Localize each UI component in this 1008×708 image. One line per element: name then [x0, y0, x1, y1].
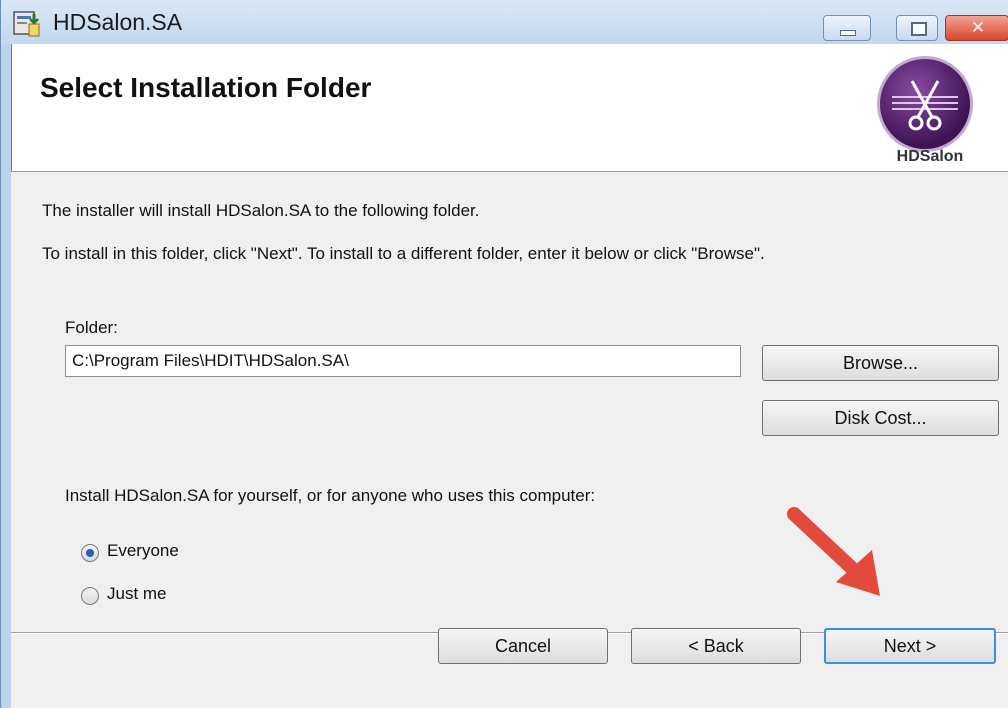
installer-window: HDSalon.SA ✕ Select Installation Folder [0, 0, 1008, 708]
install-description: The installer will install HDSalon.SA to… [42, 201, 480, 220]
title-bar[interactable]: HDSalon.SA ✕ [1, 0, 1008, 44]
cancel-button[interactable]: Cancel [438, 628, 608, 664]
disk-cost-button[interactable]: Disk Cost... [762, 400, 999, 436]
scissors-icon [892, 80, 958, 131]
back-button[interactable]: < Back [631, 628, 801, 664]
maximize-button[interactable] [896, 15, 938, 41]
window-title: HDSalon.SA [53, 9, 183, 35]
minimize-button[interactable] [823, 15, 871, 41]
dialog-client-area: Select Installation Folder HDSalon The i… [11, 44, 1008, 708]
close-button[interactable]: ✕ [945, 15, 1008, 41]
logo-label: HDSalon [896, 148, 964, 165]
folder-label: Folder: [65, 318, 118, 337]
close-icon: ✕ [970, 18, 986, 38]
radio-everyone-label: Everyone [107, 541, 179, 560]
install-instructions: To install in this folder, click "Next".… [42, 244, 765, 263]
installer-app-icon [13, 11, 40, 37]
page-title: Select Installation Folder [40, 72, 372, 103]
scissors-logo-icon [877, 56, 973, 152]
browse-button[interactable]: Browse... [762, 345, 999, 381]
radio-just-me-label: Just me [107, 584, 167, 603]
header-banner: Select Installation Folder HDSalon [11, 44, 1008, 172]
install-scope-label: Install HDSalon.SA for yourself, or for … [65, 486, 596, 505]
radio-just-me[interactable] [81, 587, 99, 605]
folder-path-input[interactable] [65, 345, 741, 377]
next-button[interactable]: Next > [824, 628, 996, 664]
minimize-icon [840, 30, 856, 36]
radio-everyone[interactable] [81, 544, 99, 562]
maximize-icon [911, 22, 927, 36]
